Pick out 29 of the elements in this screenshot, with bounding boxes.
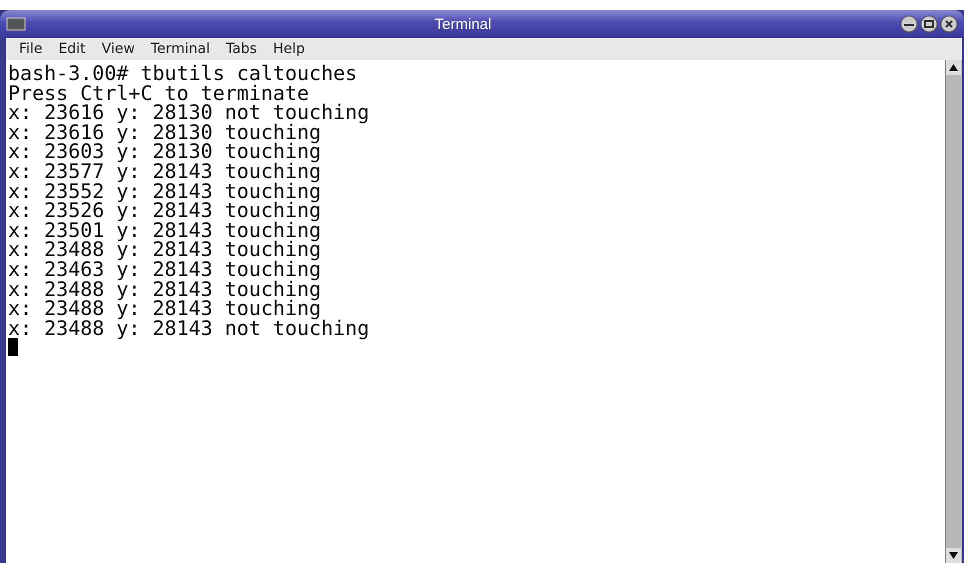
- window-menu-icon[interactable]: [6, 16, 26, 32]
- terminal-line: x: 23463 y: 28143 touching: [8, 260, 322, 280]
- scroll-up-icon[interactable]: [946, 60, 961, 75]
- scrollbar[interactable]: [945, 60, 962, 563]
- menu-item[interactable]: Help: [266, 41, 312, 57]
- terminal-line: x: 23603 y: 28130 touching: [8, 142, 322, 162]
- menu-item[interactable]: Edit: [51, 41, 93, 57]
- terminal-line: x: 23501 y: 28143 touching: [8, 220, 322, 240]
- terminal-line: bash-3.00# tbutils caltouches: [8, 64, 358, 84]
- menu-item[interactable]: Terminal: [144, 41, 217, 57]
- terminal-line: x: 23526 y: 28143 touching: [8, 201, 322, 221]
- maximize-icon[interactable]: [920, 15, 938, 33]
- menu-item[interactable]: Tabs: [218, 41, 264, 57]
- terminal-line: x: 23552 y: 28143 touching: [8, 182, 322, 202]
- scroll-down-icon[interactable]: [946, 548, 961, 563]
- close-icon[interactable]: [940, 15, 958, 33]
- minimize-icon[interactable]: [900, 15, 918, 33]
- terminal-line: x: 23488 y: 28143 touching: [8, 240, 322, 260]
- terminal-line: x: 23488 y: 28143 not touching: [8, 318, 370, 338]
- menu-item[interactable]: File: [12, 41, 50, 57]
- terminal-line: x: 23577 y: 28143 touching: [8, 162, 322, 182]
- terminal-line: x: 23488 y: 28143 touching: [8, 280, 322, 300]
- text-cursor: [8, 338, 18, 356]
- terminal-line: x: 23616 y: 28130 not touching: [8, 103, 370, 123]
- terminal-line: Press Ctrl+C to terminate: [8, 84, 310, 104]
- terminal-line: x: 23616 y: 28130 touching: [8, 122, 322, 142]
- window-title: Terminal: [434, 16, 492, 32]
- terminal-line: x: 23488 y: 28143 touching: [8, 299, 322, 319]
- menu-item[interactable]: View: [94, 41, 142, 57]
